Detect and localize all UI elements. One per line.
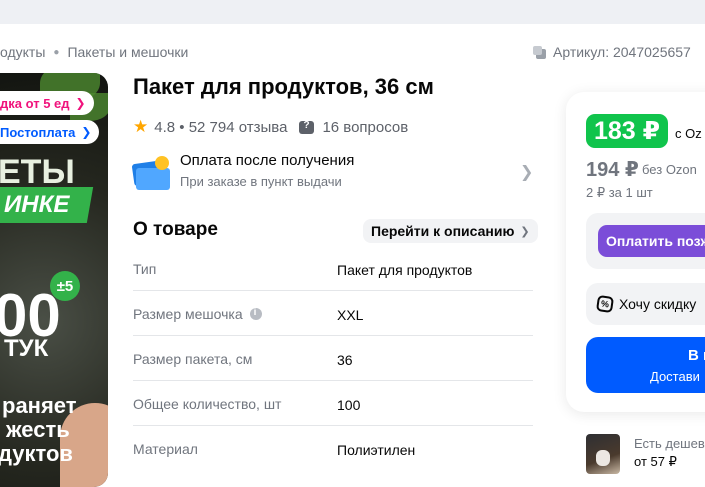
goto-description-label: Перейти к описанию bbox=[371, 223, 515, 239]
ozon-card-price: 183 ₽ bbox=[586, 114, 669, 148]
image-text-line-6: дуктов bbox=[0, 441, 73, 466]
payment-title: Оплата после получения bbox=[180, 152, 355, 169]
chevron-right-icon: ❯ bbox=[520, 225, 530, 238]
breadcrumb-item-bags[interactable]: Пакеты и мешочки bbox=[67, 44, 188, 60]
cards-icon bbox=[131, 156, 171, 190]
spec-row: Общее количество, шт 100 bbox=[133, 381, 533, 426]
product-title: Пакет для продуктов, 36 см bbox=[133, 74, 434, 99]
delivery-label: Достави bbox=[650, 369, 700, 384]
rating-separator: • bbox=[175, 118, 189, 136]
ozon-card-price-label: с Oz bbox=[675, 126, 702, 141]
info-icon[interactable] bbox=[249, 307, 262, 320]
cheaper-offer-text: Есть дешев bbox=[634, 436, 705, 451]
spec-value: Полиэтилен bbox=[337, 442, 416, 458]
percent-icon: % bbox=[595, 294, 615, 314]
payment-after-delivery[interactable]: Оплата после получения При заказе в пунк… bbox=[131, 150, 534, 194]
unit-price: 2 ₽ за 1 шт bbox=[586, 185, 653, 200]
chevron-right-icon: ❯ bbox=[75, 96, 86, 110]
copy-icon bbox=[533, 45, 546, 59]
image-text-line-5: жесть bbox=[6, 417, 70, 442]
question-icon bbox=[299, 120, 315, 134]
wholesale-discount-badge[interactable]: дка от 5 ед ❯ bbox=[0, 91, 94, 115]
add-to-cart-label: В к bbox=[688, 347, 705, 364]
breadcrumb-separator: ● bbox=[53, 46, 60, 58]
goto-description-button[interactable]: Перейти к описанию ❯ bbox=[363, 219, 538, 243]
spec-key: Размер пакета, см bbox=[133, 351, 253, 367]
spec-key-with-info: Размер мешочка bbox=[133, 306, 262, 322]
spec-key: Материал bbox=[133, 441, 198, 457]
pay-later-block: Оплатить позж bbox=[586, 213, 705, 269]
spec-row: Тип Пакет для продуктов bbox=[133, 246, 533, 291]
spec-key: Тип bbox=[133, 261, 157, 277]
spec-row: Размер мешочка XXL bbox=[133, 291, 533, 336]
want-discount-label: Хочу скидку bbox=[619, 296, 697, 312]
top-bar bbox=[0, 0, 705, 24]
add-to-cart-button[interactable]: В к Достави bbox=[586, 337, 705, 393]
breadcrumb-item-products[interactable]: одукты bbox=[0, 44, 45, 60]
spec-key: Общее количество, шт bbox=[133, 396, 282, 412]
image-text-line-3: ТУК bbox=[4, 335, 49, 362]
postpay-badge[interactable]: Постоплата ❯ bbox=[0, 120, 100, 144]
wholesale-discount-label: дка от 5 ед bbox=[0, 95, 70, 111]
regular-price-label: без Ozon bbox=[642, 162, 697, 177]
postpay-label: Постоплата bbox=[0, 124, 76, 140]
product-image[interactable]: дка от 5 ед ❯ Постоплата ❯ ЕТЫ ИНКЕ 00 ±… bbox=[0, 73, 108, 487]
breadcrumb: одукты ● Пакеты и мешочки bbox=[0, 44, 188, 60]
want-discount-button[interactable]: % Хочу скидку bbox=[586, 283, 705, 325]
spec-value: 36 bbox=[337, 352, 353, 368]
article-label: Артикул: 2047025657 bbox=[553, 44, 691, 60]
cheaper-offer-thumbnail bbox=[586, 434, 620, 474]
rating-row[interactable]: ★ 4.8 • 52 794 отзыва 16 вопросов bbox=[133, 117, 408, 137]
image-text-line-4: раняет bbox=[2, 393, 77, 418]
article-number[interactable]: Артикул: 2047025657 bbox=[532, 44, 691, 60]
spec-row: Материал Полиэтилен bbox=[133, 426, 533, 471]
payment-subtitle: При заказе в пункт выдачи bbox=[180, 174, 342, 189]
questions-count[interactable]: 16 вопросов bbox=[322, 119, 408, 136]
reviews-count[interactable]: 52 794 отзыва bbox=[189, 119, 288, 136]
image-text-plus: ±5 bbox=[50, 271, 80, 301]
spec-row: Размер пакета, см 36 bbox=[133, 336, 533, 381]
chevron-right-icon: ❯ bbox=[520, 164, 534, 181]
cheaper-offer[interactable]: Есть дешев от 57 ₽ bbox=[586, 432, 705, 476]
chevron-right-icon: ❯ bbox=[81, 125, 92, 139]
specs-table: Тип Пакет для продуктов Размер мешочка X… bbox=[133, 246, 533, 471]
price-card: 183 ₽ с Oz 194 ₽ без Ozon 2 ₽ за 1 шт Оп… bbox=[566, 92, 705, 412]
cheaper-offer-price: от 57 ₽ bbox=[634, 454, 677, 469]
spec-value: 100 bbox=[337, 397, 361, 413]
spec-value: Пакет для продуктов bbox=[337, 262, 473, 278]
rating-value: 4.8 bbox=[154, 118, 176, 136]
regular-price: 194 ₽ bbox=[586, 159, 639, 181]
about-title: О товаре bbox=[133, 219, 218, 240]
image-text-line-2: ИНКЕ bbox=[4, 191, 70, 218]
spec-value: XXL bbox=[337, 307, 364, 323]
star-icon: ★ bbox=[133, 117, 149, 136]
spec-key-label: Размер мешочка bbox=[133, 306, 243, 322]
pay-later-button[interactable]: Оплатить позж bbox=[598, 225, 705, 257]
